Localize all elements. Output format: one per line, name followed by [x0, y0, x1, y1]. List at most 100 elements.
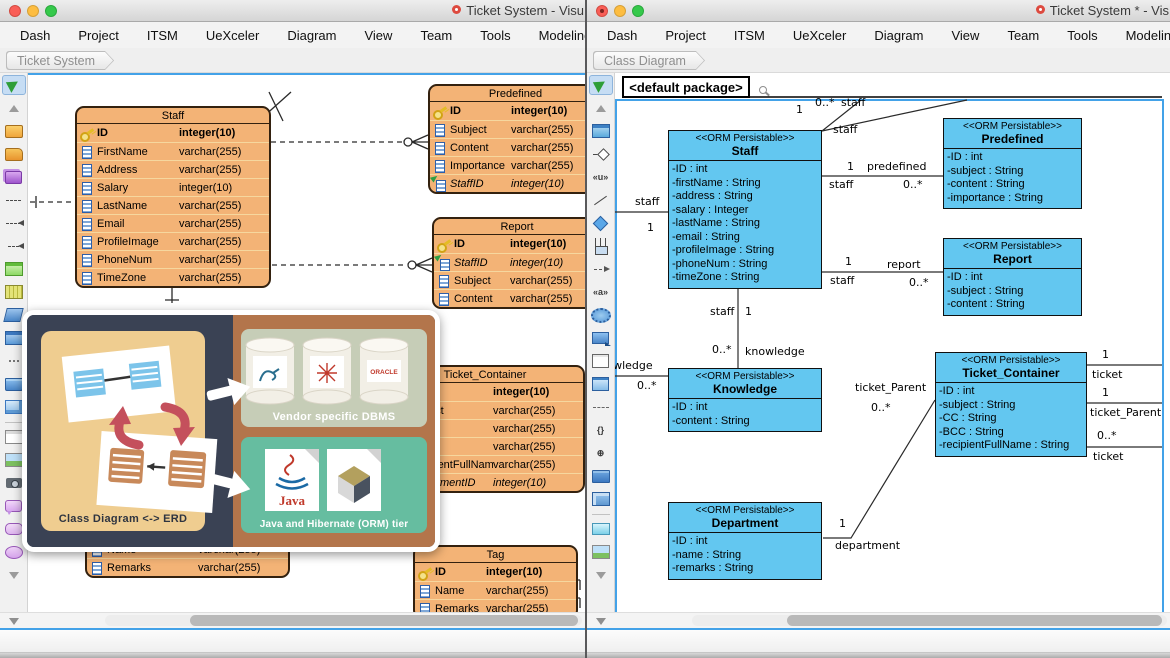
- class-predefined[interactable]: <<ORM Persistable>> Predefined -ID : int…: [943, 118, 1082, 209]
- grid-tool[interactable]: [2, 282, 26, 302]
- titlebar[interactable]: Ticket System - Visu: [0, 0, 585, 22]
- erd-table-predefined[interactable]: Predefined ID integer(10) Subject varcha…: [428, 84, 585, 194]
- erd-table-tag[interactable]: Tag ID integer(10) Name varchar(255): [413, 545, 578, 612]
- erd-row[interactable]: Remarks varchar(255): [87, 558, 288, 576]
- provided-interface-tool[interactable]: ⊕: [589, 443, 613, 463]
- erd-row[interactable]: Address varchar(255): [77, 160, 269, 178]
- minimize-button[interactable]: [614, 5, 626, 17]
- toolbar-scroll-down-icon[interactable]: [596, 618, 606, 625]
- menu-item[interactable]: Team: [1007, 28, 1039, 43]
- tutorial-image-popup[interactable]: Class Diagram <-> ERD: [22, 310, 440, 552]
- scroll-up-icon[interactable]: [2, 98, 26, 118]
- menu-item[interactable]: Project: [665, 28, 705, 43]
- erd-row[interactable]: ID integer(10): [434, 235, 585, 253]
- breadcrumb-tab[interactable]: Class Diagram: [593, 51, 705, 70]
- aggregation-tool[interactable]: [589, 213, 613, 233]
- erd-row[interactable]: Subject varchar(255): [434, 271, 585, 289]
- class-canvas[interactable]: <default package>: [615, 73, 1170, 612]
- erd-row[interactable]: ID integer(10): [430, 102, 585, 120]
- scroll-down-icon[interactable]: [589, 565, 613, 585]
- erd-row[interactable]: ID integer(10): [415, 563, 576, 581]
- table-tool[interactable]: [2, 259, 26, 279]
- usage-tool[interactable]: «u»: [589, 167, 613, 187]
- constraint-tool[interactable]: {}: [589, 420, 613, 440]
- toolbar-separator[interactable]: [589, 512, 613, 516]
- note-tool[interactable]: [589, 374, 613, 394]
- view-tool[interactable]: [2, 167, 26, 187]
- zoom-button[interactable]: [45, 5, 57, 17]
- minimize-button[interactable]: [27, 5, 39, 17]
- erd-row[interactable]: LastName varchar(255): [77, 196, 269, 214]
- erd-row[interactable]: ProfileImage varchar(255): [77, 232, 269, 250]
- close-button[interactable]: [596, 5, 608, 17]
- titlebar[interactable]: Ticket System * - Vis: [587, 0, 1170, 22]
- toolbar-scroll-down-icon[interactable]: [9, 618, 19, 625]
- dashed-line-tool[interactable]: [589, 397, 613, 417]
- scroll-thumb[interactable]: [190, 615, 578, 626]
- one-to-one-relationship-tool[interactable]: [2, 190, 26, 210]
- menu-item[interactable]: ITSM: [734, 28, 765, 43]
- menu-item[interactable]: Project: [78, 28, 118, 43]
- menu-item[interactable]: Modeling: [1126, 28, 1170, 43]
- erd-row[interactable]: Remarks varchar(255): [415, 599, 576, 612]
- scroll-up-icon[interactable]: [589, 98, 613, 118]
- close-button[interactable]: [9, 5, 21, 17]
- menu-item[interactable]: Diagram: [287, 28, 336, 43]
- subsystem-tool[interactable]: [589, 328, 613, 348]
- class-department[interactable]: <<ORM Persistable>> Department -ID : int…: [668, 502, 822, 580]
- erd-row[interactable]: Salary integer(10): [77, 178, 269, 196]
- dependency-tool[interactable]: [589, 259, 613, 279]
- diagram-overview-tool[interactable]: [589, 489, 613, 509]
- menu-item[interactable]: Modeling: [539, 28, 585, 43]
- anchor-tool[interactable]: «a»: [589, 282, 613, 302]
- erd-row[interactable]: ID integer(10): [77, 124, 269, 142]
- parent-entity-tool[interactable]: [2, 144, 26, 164]
- erd-row[interactable]: FirstName varchar(255): [77, 142, 269, 160]
- erd-row[interactable]: PhoneNum varchar(255): [77, 250, 269, 268]
- class-knowledge[interactable]: <<ORM Persistable>> Knowledge -ID : int-…: [668, 368, 822, 432]
- erd-row[interactable]: Email varchar(255): [77, 214, 269, 232]
- erd-table-staff[interactable]: Staff ID integer(10) FirstName varchar(2…: [75, 106, 271, 288]
- menu-item[interactable]: Dash: [20, 28, 50, 43]
- scroll-thumb[interactable]: [787, 615, 1162, 626]
- pointer-tool[interactable]: [589, 75, 613, 95]
- ellipse-tool[interactable]: [2, 542, 26, 562]
- class-staff[interactable]: <<ORM Persistable>> Staff -ID : int-firs…: [668, 130, 822, 289]
- erd-row[interactable]: Content varchar(255): [434, 289, 585, 307]
- erd-row[interactable]: Subject varchar(255): [430, 120, 585, 138]
- erd-row[interactable]: StaffID integer(10): [434, 253, 585, 271]
- h-scrollbar[interactable]: [0, 612, 585, 628]
- erd-row[interactable]: Importance varchar(255): [430, 156, 585, 174]
- menu-item[interactable]: Dash: [607, 28, 637, 43]
- rectangle-tool[interactable]: [589, 519, 613, 539]
- generalization-tool[interactable]: [589, 144, 613, 164]
- erd-table-report[interactable]: Report ID integer(10) StaffID integer(10…: [432, 217, 585, 309]
- menu-item[interactable]: Tools: [480, 28, 510, 43]
- class-report[interactable]: <<ORM Persistable>> Report -ID : int-sub…: [943, 238, 1082, 316]
- menu-item[interactable]: Team: [420, 28, 452, 43]
- class-ticket-container[interactable]: <<ORM Persistable>> Ticket_Container -ID…: [935, 352, 1087, 457]
- menu-item[interactable]: View: [951, 28, 979, 43]
- magnifier-icon[interactable]: [759, 86, 767, 94]
- menu-item[interactable]: Tools: [1067, 28, 1097, 43]
- erd-row[interactable]: TimeZone varchar(255): [77, 268, 269, 286]
- collaboration-tool[interactable]: [589, 305, 613, 325]
- menu-item[interactable]: ITSM: [147, 28, 178, 43]
- picture-tool[interactable]: [589, 542, 613, 562]
- breadcrumb-tab[interactable]: Ticket System: [6, 51, 114, 70]
- menu-item[interactable]: UeXceler: [206, 28, 259, 43]
- menu-item[interactable]: Diagram: [874, 28, 923, 43]
- system-tool[interactable]: [589, 351, 613, 371]
- erd-row[interactable]: Name varchar(255): [415, 581, 576, 599]
- containment-tool[interactable]: [589, 236, 613, 256]
- menu-item[interactable]: View: [364, 28, 392, 43]
- class-tool[interactable]: [589, 121, 613, 141]
- association-tool[interactable]: [589, 190, 613, 210]
- zoom-button[interactable]: [632, 5, 644, 17]
- default-package-header[interactable]: <default package>: [622, 76, 750, 98]
- many-to-many-relationship-tool[interactable]: [2, 236, 26, 256]
- h-scrollbar[interactable]: [587, 612, 1170, 628]
- pointer-tool[interactable]: [2, 75, 26, 95]
- erd-row[interactable]: StaffID integer(10): [430, 174, 585, 192]
- one-to-many-relationship-tool[interactable]: [2, 213, 26, 233]
